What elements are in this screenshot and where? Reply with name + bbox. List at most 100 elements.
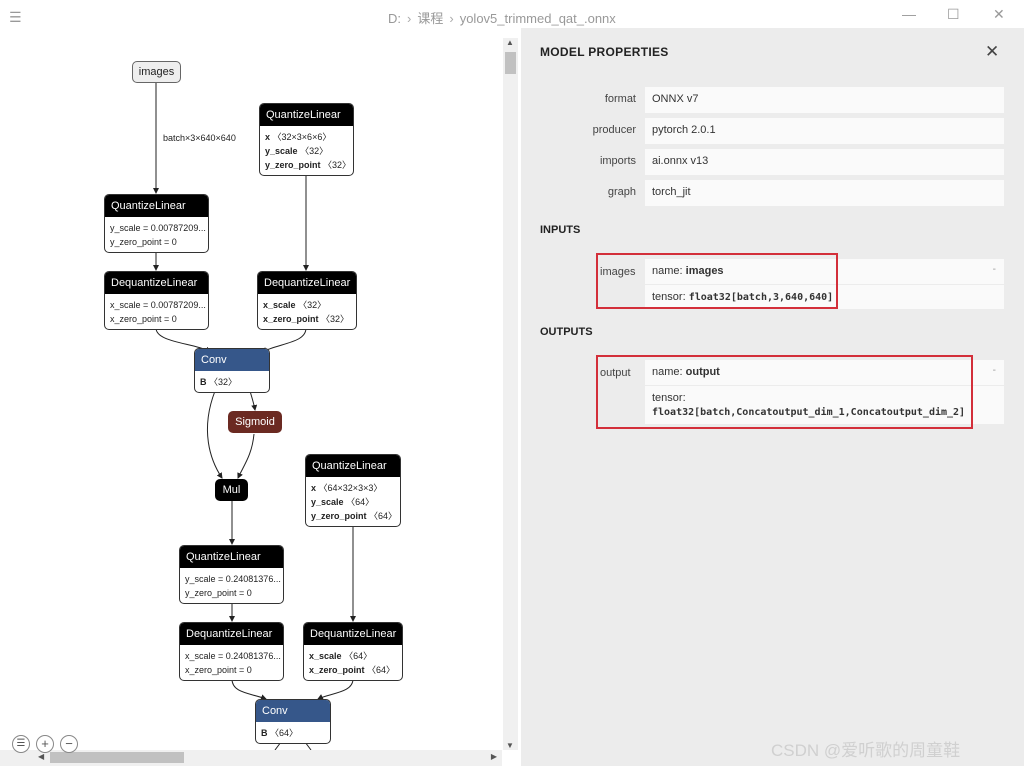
attr-key: x_zero_point (309, 665, 365, 675)
expand-toggle[interactable]: - (993, 264, 996, 275)
close-icon[interactable]: ✕ (985, 42, 999, 62)
attr-key: x_scale (263, 300, 296, 310)
node-conv-1[interactable]: Conv B 〈32〉 (194, 348, 270, 393)
attr-value: 〈32〉 (321, 314, 350, 324)
breadcrumb-folder[interactable]: 课程 (417, 11, 443, 26)
edge-dql2-conv2 (231, 678, 267, 701)
graph-canvas[interactable]: ☰ images batch×3×640×640 QuantizeLinear … (0, 0, 520, 766)
attr-value: 〈64×32×3×3〉 (318, 483, 383, 493)
outputs-section-title: OUTPUTS (540, 326, 593, 338)
node-title: DequantizeLinear (180, 623, 283, 645)
edge-dqlw2-conv2 (317, 678, 354, 700)
node-title: DequantizeLinear (105, 272, 208, 294)
node-mul[interactable]: Mul (215, 479, 248, 501)
node-attr: x_zero_point = 0 (185, 665, 252, 675)
highlight-box-inputs (596, 253, 838, 309)
chevron-right-icon: › (449, 11, 454, 26)
node-quantize-linear-1[interactable]: QuantizeLinear y_scale = 0.00787209... y… (104, 194, 209, 253)
panel-title: MODEL PROPERTIES (540, 45, 669, 59)
graph-input-images[interactable]: images (132, 61, 181, 83)
attr-value: 〈32〉 (209, 377, 238, 387)
node-dequantize-linear-1[interactable]: DequantizeLinear x_scale = 0.00787209...… (104, 271, 209, 330)
attr-value: 〈32〉 (298, 300, 327, 310)
attr-key: x (265, 132, 271, 142)
property-value: ai.onnx v13 (645, 149, 1004, 175)
property-label: graph (607, 186, 636, 198)
breadcrumb-file[interactable]: yolov5_trimmed_qat_.onnx (460, 11, 616, 26)
attr-key: y_zero_point (265, 160, 321, 170)
scroll-right-icon[interactable]: ▶ (491, 752, 497, 761)
property-label: producer (592, 124, 636, 136)
attr-key: x_scale (309, 651, 342, 661)
edge-dqlw1-conv1 (261, 327, 307, 353)
property-value: torch_jit (645, 180, 1004, 206)
attr-value: 〈32〉 (300, 146, 329, 156)
node-attr: y_zero_point = 0 (185, 588, 252, 598)
node-dequantize-linear-weight-2[interactable]: DequantizeLinear x_scale 〈64〉 x_zero_poi… (303, 622, 403, 681)
node-title: DequantizeLinear (258, 272, 356, 294)
scroll-down-icon[interactable]: ▼ (506, 741, 514, 750)
breadcrumb-drive[interactable]: D: (388, 11, 401, 26)
node-dequantize-linear-weight-1[interactable]: DequantizeLinear x_scale 〈32〉 x_zero_poi… (257, 271, 357, 330)
zoom-controls: ☰ + − (12, 735, 78, 753)
zoom-out-icon[interactable]: − (60, 735, 78, 753)
node-title: Conv (195, 349, 269, 371)
watermark: CSDN @爱听歌的周童鞋 (771, 741, 961, 760)
property-row-format: format ONNX v7 (521, 87, 1024, 113)
attr-value: 〈64〉 (344, 651, 373, 661)
property-label: imports (599, 155, 636, 167)
zoom-in-icon[interactable]: + (36, 735, 54, 753)
node-attr: y_scale = 0.00787209... (110, 223, 206, 233)
attr-value: 〈32×3×6×6〉 (272, 132, 332, 142)
attr-value: 〈64〉 (369, 511, 398, 521)
node-conv-2[interactable]: Conv B 〈64〉 (255, 699, 331, 744)
node-attr: y_scale = 0.24081376... (185, 574, 281, 584)
vertical-scrollbar[interactable]: ▲ ▼ (503, 38, 518, 750)
node-sigmoid[interactable]: Sigmoid (228, 411, 282, 433)
edge-sigmoid-mul (237, 433, 255, 479)
chevron-right-icon: › (407, 11, 412, 26)
node-attr: x_scale = 0.24081376... (185, 651, 281, 661)
attr-key: y_scale (265, 146, 298, 156)
vertical-scroll-thumb[interactable] (505, 52, 516, 74)
attr-value: 〈64〉 (270, 728, 299, 738)
highlight-box-outputs (596, 355, 973, 429)
node-title: QuantizeLinear (105, 195, 208, 217)
property-label: format (604, 93, 636, 105)
breadcrumb: D: › 课程 › yolov5_trimmed_qat_.onnx (388, 8, 616, 27)
attr-key: y_zero_point (311, 511, 367, 521)
inputs-section-title: INPUTS (540, 224, 581, 236)
attr-key: x (311, 483, 317, 493)
attr-value: 〈32〉 (323, 160, 352, 170)
node-quantize-linear-weight-1[interactable]: QuantizeLinear x 〈32×3×6×6〉 y_scale 〈32〉… (259, 103, 354, 176)
node-title: DequantizeLinear (304, 623, 402, 645)
horizontal-scroll-thumb[interactable] (50, 752, 184, 763)
property-row-graph: graph torch_jit (521, 180, 1024, 206)
property-value: pytorch 2.0.1 (645, 118, 1004, 144)
attr-key: y_scale (311, 497, 344, 507)
edge-conv1-sigmoid (249, 390, 258, 411)
node-dequantize-linear-2[interactable]: DequantizeLinear x_scale = 0.24081376...… (179, 622, 284, 681)
node-title: QuantizeLinear (180, 546, 283, 568)
attr-key: B (200, 377, 207, 387)
sidebar-list-icon[interactable]: ☰ (12, 735, 30, 753)
node-title: QuantizeLinear (306, 455, 400, 477)
property-row-imports: imports ai.onnx v13 (521, 149, 1024, 175)
attr-value: 〈64〉 (346, 497, 375, 507)
attr-value: 〈64〉 (367, 665, 396, 675)
node-quantize-linear-2[interactable]: QuantizeLinear y_scale = 0.24081376... y… (179, 545, 284, 604)
minimize-icon[interactable]: — (902, 6, 916, 22)
window-close-icon[interactable]: ✕ (993, 6, 1005, 23)
scroll-left-icon[interactable]: ◀ (38, 752, 44, 761)
edge-conv1-mul (207, 390, 223, 479)
node-quantize-linear-weight-2[interactable]: QuantizeLinear x 〈64×32×3×3〉 y_scale 〈64… (305, 454, 401, 527)
property-value: ONNX v7 (645, 87, 1004, 113)
expand-toggle[interactable]: - (993, 365, 996, 376)
scroll-up-icon[interactable]: ▲ (506, 38, 514, 47)
node-title: QuantizeLinear (260, 104, 353, 126)
node-title: Conv (256, 700, 330, 722)
attr-key: x_zero_point (263, 314, 319, 324)
edge-label-input-shape: batch×3×640×640 (163, 133, 236, 143)
maximize-icon[interactable]: ☐ (947, 6, 960, 23)
property-row-producer: producer pytorch 2.0.1 (521, 118, 1024, 144)
